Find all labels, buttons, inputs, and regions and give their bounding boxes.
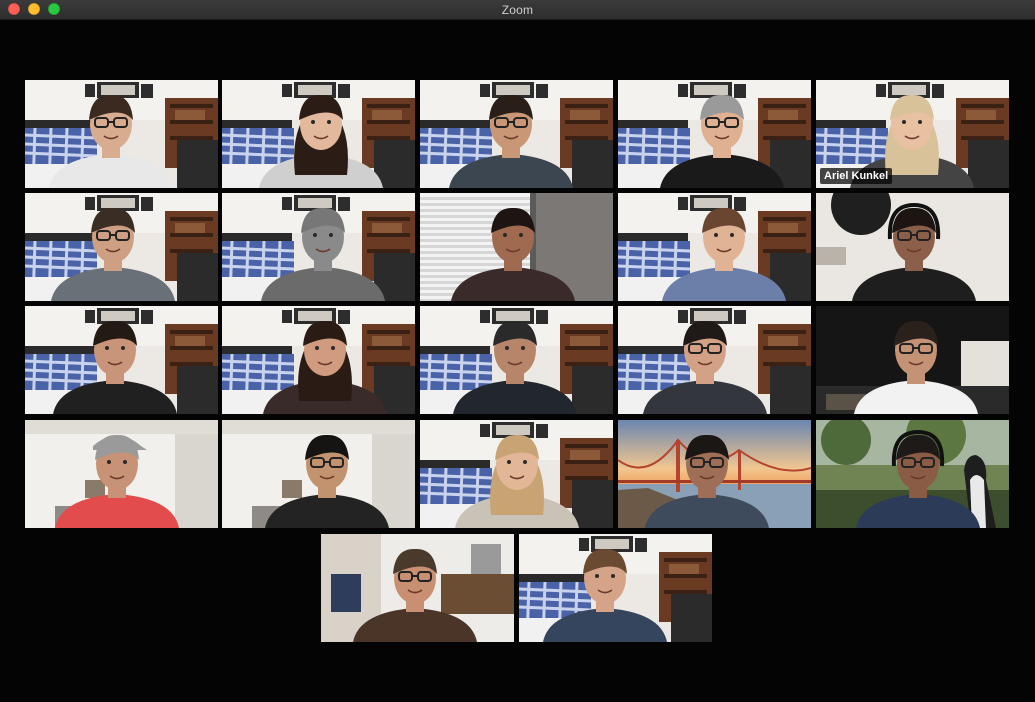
participant-video-feed — [321, 534, 514, 642]
participant-video-tile[interactable] — [816, 420, 1009, 528]
participant-video-tile[interactable] — [321, 534, 514, 642]
participant-video-feed — [618, 306, 811, 414]
participant-video-tile[interactable] — [222, 80, 415, 188]
window-controls — [8, 3, 60, 15]
title-bar[interactable]: Zoom — [0, 0, 1035, 20]
participant-video-feed — [222, 420, 415, 528]
close-window-button[interactable] — [8, 3, 20, 15]
participant-video-tile[interactable] — [222, 420, 415, 528]
participant-video-feed — [420, 193, 613, 301]
window-title: Zoom — [501, 2, 534, 17]
participant-video-tile[interactable] — [25, 80, 218, 188]
participant-video-tile[interactable] — [519, 534, 712, 642]
participant-video-feed — [519, 534, 712, 642]
active-speaker-video-tile[interactable]: Ariel Kunkel — [816, 80, 1009, 188]
participant-video-tile[interactable] — [222, 306, 415, 414]
participant-video-tile[interactable] — [25, 420, 218, 528]
participant-video-feed — [618, 420, 811, 528]
participant-video-tile[interactable] — [618, 420, 811, 528]
participant-video-feed — [222, 193, 415, 301]
participant-video-feed — [618, 80, 811, 188]
participant-video-feed — [420, 420, 613, 528]
participant-video-tile[interactable] — [618, 306, 811, 414]
participant-video-tile[interactable] — [420, 80, 613, 188]
participant-video-feed — [222, 80, 415, 188]
participant-video-feed — [420, 306, 613, 414]
participant-video-tile[interactable] — [618, 193, 811, 301]
zoom-window: Zoom Ariel Kunkel — [0, 0, 1035, 702]
participant-video-feed — [25, 306, 218, 414]
participant-video-tile[interactable] — [420, 420, 613, 528]
participant-video-tile[interactable] — [25, 193, 218, 301]
participant-video-feed — [816, 306, 1009, 414]
participant-video-feed — [25, 193, 218, 301]
participant-video-tile[interactable] — [816, 306, 1009, 414]
participant-video-feed — [618, 193, 811, 301]
participant-video-tile[interactable] — [25, 306, 218, 414]
participant-video-feed — [25, 80, 218, 188]
participant-name-label: Ariel Kunkel — [820, 168, 893, 184]
participant-video-tile[interactable] — [222, 193, 415, 301]
maximize-window-button[interactable] — [48, 3, 60, 15]
participant-video-feed — [420, 80, 613, 188]
participant-video-tile[interactable] — [420, 193, 613, 301]
minimize-window-button[interactable] — [28, 3, 40, 15]
participant-video-feed — [222, 306, 415, 414]
participant-video-tile[interactable] — [618, 80, 811, 188]
participant-video-feed — [816, 193, 1009, 301]
participant-video-feed — [816, 420, 1009, 528]
participant-video-tile[interactable] — [420, 306, 613, 414]
participant-video-feed — [25, 420, 218, 528]
participant-video-tile[interactable] — [816, 193, 1009, 301]
